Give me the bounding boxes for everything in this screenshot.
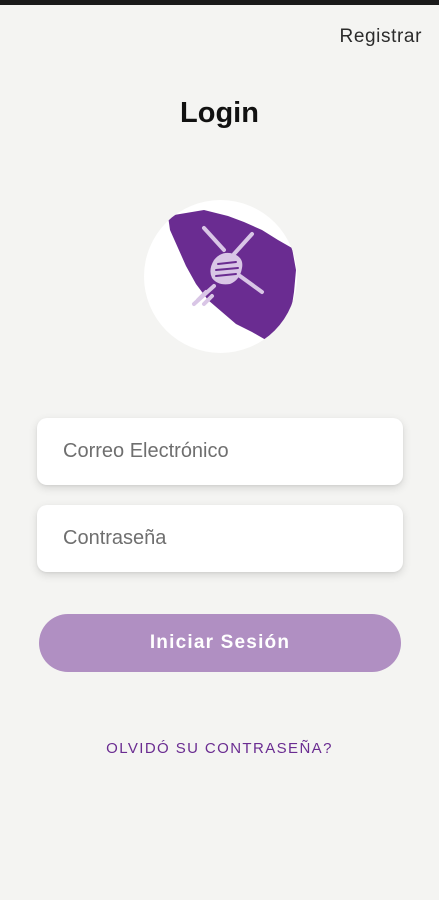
app-logo [144, 200, 297, 353]
email-field[interactable] [37, 418, 403, 485]
email-input[interactable] [63, 440, 403, 463]
login-screen: Registrar Login Correo Electrónico Inici… [0, 0, 439, 900]
hands-map-logo-icon [168, 210, 296, 340]
status-bar [0, 0, 439, 5]
password-field[interactable] [37, 505, 403, 572]
login-button[interactable]: Iniciar Sesión [39, 614, 401, 672]
page-title: Login [180, 97, 259, 129]
forgot-password-link[interactable]: OLVIDÓ SU CONTRASEÑA? [0, 740, 439, 757]
register-link[interactable]: Registrar [340, 26, 422, 48]
password-input[interactable] [63, 527, 403, 550]
